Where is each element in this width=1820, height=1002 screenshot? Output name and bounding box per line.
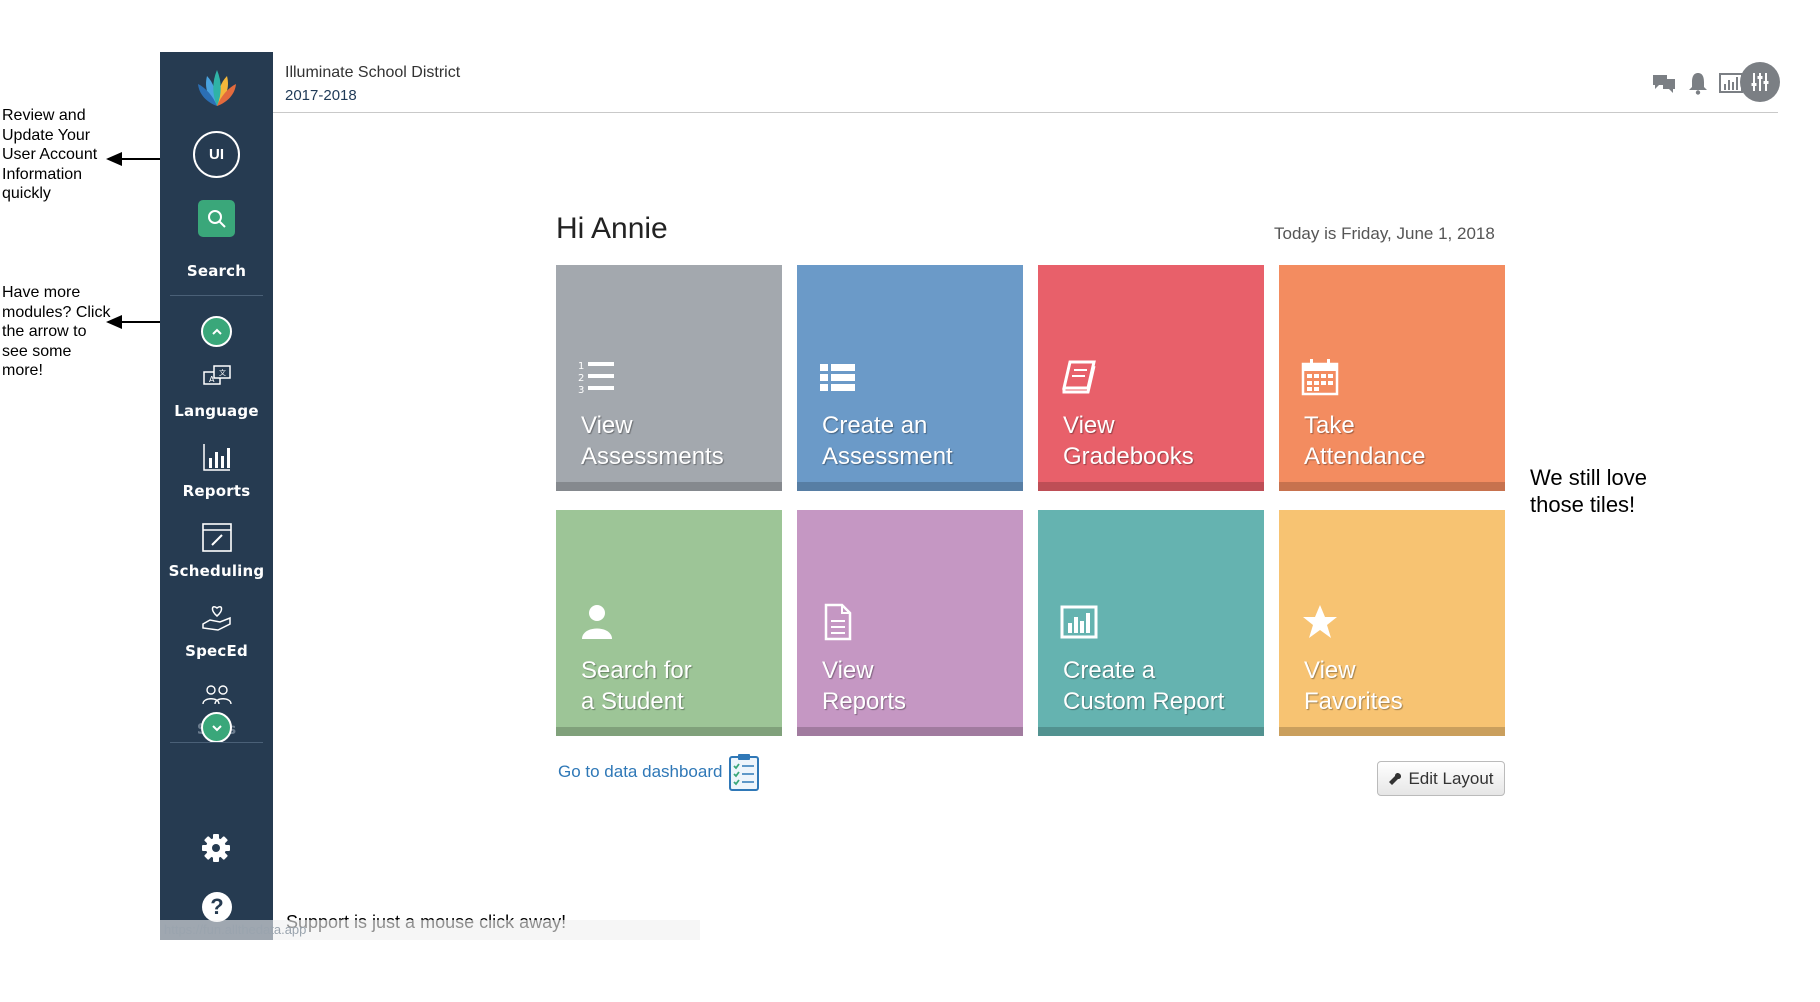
gear-icon[interactable] (200, 832, 232, 864)
chart-report-icon (1060, 603, 1098, 641)
data-dashboard-link[interactable]: Go to data dashboard (558, 762, 722, 782)
annotation-account: Review and Update Your User Account Info… (2, 107, 98, 202)
scroll-up-button[interactable] (201, 316, 232, 347)
tile-label: View Assessments (581, 410, 724, 472)
status-url: https://fun.allthedata.app (160, 920, 700, 940)
svg-text:2: 2 (578, 373, 584, 384)
annotation-tiles: We still love those tiles! (1530, 465, 1647, 517)
tile-create-an-assessment[interactable]: Create an Assessment (797, 265, 1023, 491)
star-icon (1301, 603, 1339, 641)
sidebar-divider-bottom (170, 742, 263, 743)
tile-label-line2: Favorites (1304, 688, 1403, 715)
sidebar-item-scheduling[interactable]: Scheduling (160, 562, 273, 580)
chevron-down-icon (211, 724, 222, 731)
clipboard-checklist-icon[interactable] (728, 752, 760, 792)
tile-label: Create an Assessment (822, 410, 953, 472)
greeting: Hi Annie (556, 212, 668, 245)
tile-view-reports[interactable]: View Reports (797, 510, 1023, 736)
tile-label-line2: Gradebooks (1063, 443, 1194, 470)
tile-take-attendance[interactable]: Take Attendance (1279, 265, 1505, 491)
document-icon (819, 603, 857, 641)
annotation-modules: Have more modules? Click the arrow to se… (2, 284, 111, 379)
sidebar: UI Search H n A 文 Language Reports Sched… (160, 52, 273, 940)
language-icon: A 文 (203, 365, 231, 385)
edit-layout-button[interactable]: Edit Layout (1377, 761, 1505, 796)
search-button[interactable] (198, 200, 235, 237)
tile-label-line2: a Student (581, 688, 684, 715)
top-header: Illuminate School District 2017-2018 (273, 52, 1780, 113)
tile-label-line2: Reports (822, 688, 907, 715)
chat-icon[interactable] (1651, 70, 1677, 96)
tile-label-line2: Assessments (581, 443, 724, 470)
tile-label-line1: Search for (581, 657, 692, 684)
tile-label: Search for a Student (581, 655, 692, 717)
search-label[interactable]: Search (160, 262, 273, 280)
tile-label: View Reports (822, 655, 906, 717)
tile-create-a-custom-report[interactable]: Create a Custom Report (1038, 510, 1264, 736)
tile-label: View Favorites (1304, 655, 1403, 717)
tile-label-line1: View (581, 412, 633, 439)
tile-label-line2: Assessment (822, 443, 953, 470)
help-button[interactable]: ? (202, 892, 232, 922)
book-icon (1060, 358, 1098, 396)
tile-label: Take Attendance (1304, 410, 1425, 472)
scheduling-icon (202, 523, 232, 552)
sidebar-divider-top (170, 295, 263, 296)
sliders-icon (1751, 73, 1769, 91)
list-icon (819, 358, 857, 396)
tile-label-line2: Attendance (1304, 443, 1426, 470)
today-date: Today is Friday, June 1, 2018 (1274, 224, 1495, 243)
illuminate-logo-icon[interactable] (196, 66, 238, 108)
settings-menu-button[interactable] (1740, 62, 1780, 102)
school-year[interactable]: 2017-2018 (285, 87, 357, 104)
svg-text:文: 文 (219, 368, 226, 377)
svg-text:A: A (209, 375, 215, 384)
help-icon: ? (210, 894, 224, 919)
user-avatar[interactable]: UI (193, 131, 240, 178)
svg-text:1: 1 (578, 361, 584, 372)
tile-label-line1: Take (1304, 412, 1355, 439)
tile-label-line1: View (1063, 412, 1115, 439)
wrench-icon (1389, 772, 1402, 785)
tile-label-line2: Custom Report (1063, 688, 1225, 715)
user-icon (578, 603, 616, 641)
calendar-icon (1301, 358, 1339, 396)
sidebar-item-language[interactable]: Language (160, 402, 273, 420)
tile-label: Create a Custom Report (1063, 655, 1224, 717)
tile-label: View Gradebooks (1063, 410, 1194, 472)
tile-view-gradebooks[interactable]: View Gradebooks (1038, 265, 1264, 491)
sidebar-item-reports[interactable]: Reports (160, 482, 273, 500)
tile-label-line1: View (822, 657, 874, 684)
chevron-up-icon (211, 328, 222, 335)
svg-text:3: 3 (578, 385, 584, 396)
reports-chart-icon (203, 444, 230, 471)
district-name: Illuminate School District (285, 64, 461, 81)
numbered-list-icon: 123 (578, 358, 616, 396)
search-icon (207, 209, 226, 228)
tile-label-line1: Create a (1063, 657, 1156, 684)
tile-search-for-a-student[interactable]: Search for a Student (556, 510, 782, 736)
tile-label-line1: View (1304, 657, 1356, 684)
scroll-down-button[interactable] (201, 712, 232, 743)
hand-heart-icon (202, 605, 231, 631)
sidebar-item-speced[interactable]: SpecEd (160, 642, 273, 660)
tile-view-assessments[interactable]: 1 2 3 View Assessments (556, 265, 782, 491)
students-icon (202, 685, 232, 705)
edit-layout-label: Edit Layout (1408, 768, 1494, 788)
tile-label-line1: Create an (822, 412, 928, 439)
bell-icon[interactable] (1685, 70, 1711, 96)
tile-view-favorites[interactable]: View Favorites (1279, 510, 1505, 736)
